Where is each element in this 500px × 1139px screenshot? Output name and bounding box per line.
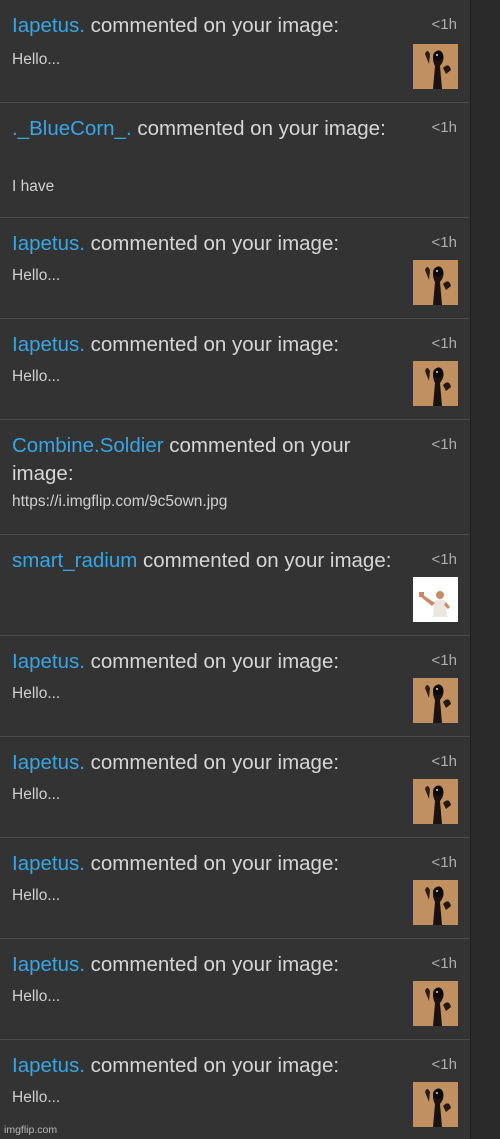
comment-snippet: Hello... (12, 1089, 61, 1106)
timestamp: <1h (431, 1056, 457, 1073)
dark-figure-thumbnail[interactable] (413, 361, 458, 406)
timestamp: <1h (431, 436, 457, 453)
timestamp: <1h (431, 234, 457, 251)
timestamp: <1h (431, 753, 457, 770)
notification-item[interactable]: Iapetus. commented on your image: Hello.… (0, 636, 470, 737)
notification-text: Iapetus. commented on your image: (12, 230, 402, 258)
comment-snippet: Hello... (12, 887, 61, 904)
comment-snippet: Hello... (12, 786, 61, 803)
username-link[interactable]: Iapetus. (12, 751, 85, 774)
notification-text: ._BlueCorn_. commented on your image: (12, 115, 412, 143)
notification-text: Iapetus. commented on your image: (12, 648, 402, 676)
action-text: commented on your image: (90, 232, 340, 255)
comment-snippet: Hello... (12, 267, 61, 284)
username-link[interactable]: Iapetus. (12, 852, 85, 875)
scroll-gutter (471, 0, 500, 1139)
notification-item[interactable]: Combine.Soldier commented on your image:… (0, 420, 470, 535)
timestamp: <1h (431, 16, 457, 33)
notification-item[interactable]: ._BlueCorn_. commented on your image: I … (0, 103, 470, 218)
timestamp: <1h (431, 652, 457, 669)
dark-figure-thumbnail[interactable] (413, 260, 458, 305)
notification-text: Iapetus. commented on your image: (12, 1052, 402, 1080)
notification-text: Iapetus. commented on your image: (12, 12, 402, 40)
man-pointing-thumbnail[interactable] (413, 577, 458, 622)
action-text: commented on your image: (90, 1054, 340, 1077)
username-link[interactable]: Iapetus. (12, 232, 85, 255)
dark-figure-thumbnail[interactable] (413, 880, 458, 925)
notification-item[interactable]: Iapetus. commented on your image: Hello.… (0, 737, 470, 838)
notification-text: Iapetus. commented on your image: (12, 850, 402, 878)
notification-item[interactable]: Iapetus. commented on your image: Hello.… (0, 838, 470, 939)
action-text: commented on your image: (137, 117, 386, 140)
notification-text: Combine.Soldier commented on your image: (12, 432, 412, 488)
username-link[interactable]: Iapetus. (12, 333, 85, 356)
comment-snippet: Hello... (12, 368, 61, 385)
timestamp: <1h (431, 854, 457, 871)
notification-item[interactable]: Iapetus. commented on your image: Hello.… (0, 939, 470, 1040)
username-link[interactable]: Iapetus. (12, 14, 85, 37)
dark-figure-thumbnail[interactable] (413, 678, 458, 723)
dark-figure-thumbnail[interactable] (413, 981, 458, 1026)
action-text: commented on your image: (90, 953, 340, 976)
notification-item[interactable]: Iapetus. commented on your image: Hello.… (0, 319, 470, 420)
timestamp: <1h (431, 551, 457, 568)
comment-snippet: Hello... (12, 51, 61, 68)
username-link[interactable]: Combine.Soldier (12, 434, 164, 457)
notification-item[interactable]: Iapetus. commented on your image: Hello.… (0, 218, 470, 319)
notification-item[interactable]: smart_radium commented on your image: <1… (0, 535, 470, 636)
username-link[interactable]: Iapetus. (12, 953, 85, 976)
timestamp: <1h (431, 335, 457, 352)
action-text: commented on your image: (90, 650, 340, 673)
timestamp: <1h (431, 119, 457, 136)
notification-text: Iapetus. commented on your image: (12, 749, 402, 777)
dark-figure-thumbnail[interactable] (413, 779, 458, 824)
notification-text: Iapetus. commented on your image: (12, 951, 402, 979)
action-text: commented on your image: (143, 549, 392, 572)
dark-figure-thumbnail[interactable] (413, 1082, 458, 1127)
notification-item[interactable]: Iapetus. commented on your image: Hello.… (0, 1040, 470, 1139)
notification-text: Iapetus. commented on your image: (12, 331, 402, 359)
comment-snippet: Hello... (12, 685, 61, 702)
dark-figure-thumbnail[interactable] (413, 44, 458, 89)
username-link[interactable]: ._BlueCorn_. (12, 117, 132, 140)
action-text: commented on your image: (90, 14, 340, 37)
timestamp: <1h (431, 955, 457, 972)
action-text: commented on your image: (90, 751, 340, 774)
notification-text: smart_radium commented on your image: (12, 547, 412, 575)
notification-feed: Iapetus. commented on your image: Hello.… (0, 0, 471, 1139)
comment-snippet: https://i.imgflip.com/9c5own.jpg (12, 493, 228, 510)
username-link[interactable]: smart_radium (12, 549, 137, 572)
action-text: commented on your image: (90, 852, 340, 875)
username-link[interactable]: Iapetus. (12, 1054, 85, 1077)
comment-snippet: I have (12, 178, 55, 195)
comment-snippet: Hello... (12, 988, 61, 1005)
imgflip-watermark: imgflip.com (4, 1124, 58, 1136)
action-text: commented on your image: (90, 333, 340, 356)
notification-item[interactable]: Iapetus. commented on your image: Hello.… (0, 0, 470, 103)
username-link[interactable]: Iapetus. (12, 650, 85, 673)
